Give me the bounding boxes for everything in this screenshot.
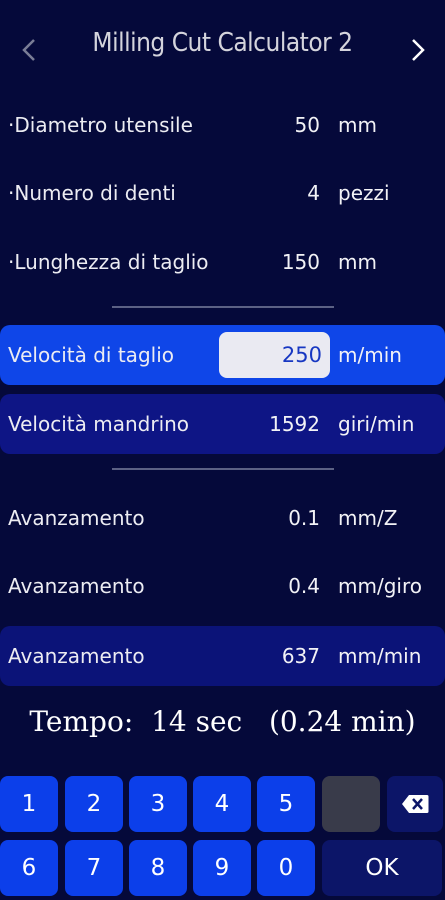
- row-cut-length[interactable]: ·Lunghezza di taglio 150 mm: [0, 232, 445, 292]
- row-cutting-speed[interactable]: Velocità di taglio 250 m/min: [0, 325, 445, 385]
- prev-calculator-button[interactable]: [14, 30, 44, 70]
- key-blank: [322, 776, 380, 832]
- divider: [112, 306, 334, 308]
- ok-button[interactable]: OK: [322, 840, 442, 896]
- key-8[interactable]: 8: [129, 840, 187, 896]
- feed-per-tooth-unit: mm/Z: [338, 506, 398, 530]
- cut-length-label: ·Lunghezza di taglio: [8, 250, 209, 274]
- feed-per-tooth-value: 0.1: [288, 506, 320, 530]
- time-result: Tempo: 14 sec (0.24 min): [0, 705, 445, 755]
- spindle-speed-value: 1592: [269, 412, 320, 436]
- key-3[interactable]: 3: [129, 776, 187, 832]
- backspace-icon: [402, 795, 429, 813]
- cutting-speed-unit: m/min: [338, 343, 402, 367]
- row-teeth-count[interactable]: ·Numero di denti 4 pezzi: [0, 163, 445, 223]
- tool-diameter-value: 50: [294, 113, 320, 137]
- feed-per-rev-unit: mm/giro: [338, 574, 422, 598]
- row-feed-per-rev[interactable]: Avanzamento 0.4 mm/giro: [0, 556, 445, 616]
- row-tool-diameter[interactable]: ·Diametro utensile 50 mm: [0, 95, 445, 155]
- key-0[interactable]: 0: [257, 840, 315, 896]
- feed-per-tooth-label: Avanzamento: [8, 506, 145, 530]
- key-9[interactable]: 9: [193, 840, 251, 896]
- feed-per-min-unit: mm/min: [338, 644, 422, 668]
- time-minutes: (0.24 min): [268, 705, 416, 738]
- teeth-count-label: ·Numero di denti: [8, 181, 176, 205]
- chevron-right-icon: [412, 39, 425, 61]
- row-spindle-speed[interactable]: Velocità mandrino 1592 giri/min: [0, 394, 445, 454]
- chevron-left-icon: [22, 39, 35, 61]
- key-7[interactable]: 7: [65, 840, 123, 896]
- feed-per-rev-value: 0.4: [288, 574, 320, 598]
- key-1[interactable]: 1: [0, 776, 58, 832]
- cut-length-unit: mm: [338, 250, 377, 274]
- row-feed-per-tooth[interactable]: Avanzamento 0.1 mm/Z: [0, 488, 445, 548]
- page-title: Milling Cut Calculator 2: [92, 28, 353, 58]
- feed-per-rev-label: Avanzamento: [8, 574, 145, 598]
- divider: [112, 468, 334, 470]
- header: Milling Cut Calculator 2: [0, 0, 445, 95]
- key-2[interactable]: 2: [65, 776, 123, 832]
- teeth-count-value: 4: [307, 181, 320, 205]
- cut-length-value: 150: [281, 250, 320, 274]
- key-6[interactable]: 6: [0, 840, 58, 896]
- backspace-button[interactable]: [387, 776, 443, 832]
- teeth-count-unit: pezzi: [338, 181, 390, 205]
- feed-per-min-label: Avanzamento: [8, 644, 145, 668]
- cutting-speed-input[interactable]: 250: [219, 332, 330, 378]
- time-label: Tempo:: [29, 705, 134, 738]
- feed-per-min-value: 637: [281, 644, 320, 668]
- spindle-speed-unit: giri/min: [338, 412, 415, 436]
- spindle-speed-label: Velocità mandrino: [8, 412, 190, 436]
- numeric-keypad: 1 2 3 4 5 6 7 8 9 0 OK: [0, 776, 445, 900]
- tool-diameter-unit: mm: [338, 113, 377, 137]
- row-feed-per-min[interactable]: Avanzamento 637 mm/min: [0, 626, 445, 686]
- cutting-speed-value: 250: [281, 343, 322, 367]
- key-4[interactable]: 4: [193, 776, 251, 832]
- next-calculator-button[interactable]: [403, 30, 433, 70]
- time-seconds: 14 sec: [151, 705, 243, 738]
- cutting-speed-label: Velocità di taglio: [8, 343, 174, 367]
- tool-diameter-label: ·Diametro utensile: [8, 113, 193, 137]
- key-5[interactable]: 5: [257, 776, 315, 832]
